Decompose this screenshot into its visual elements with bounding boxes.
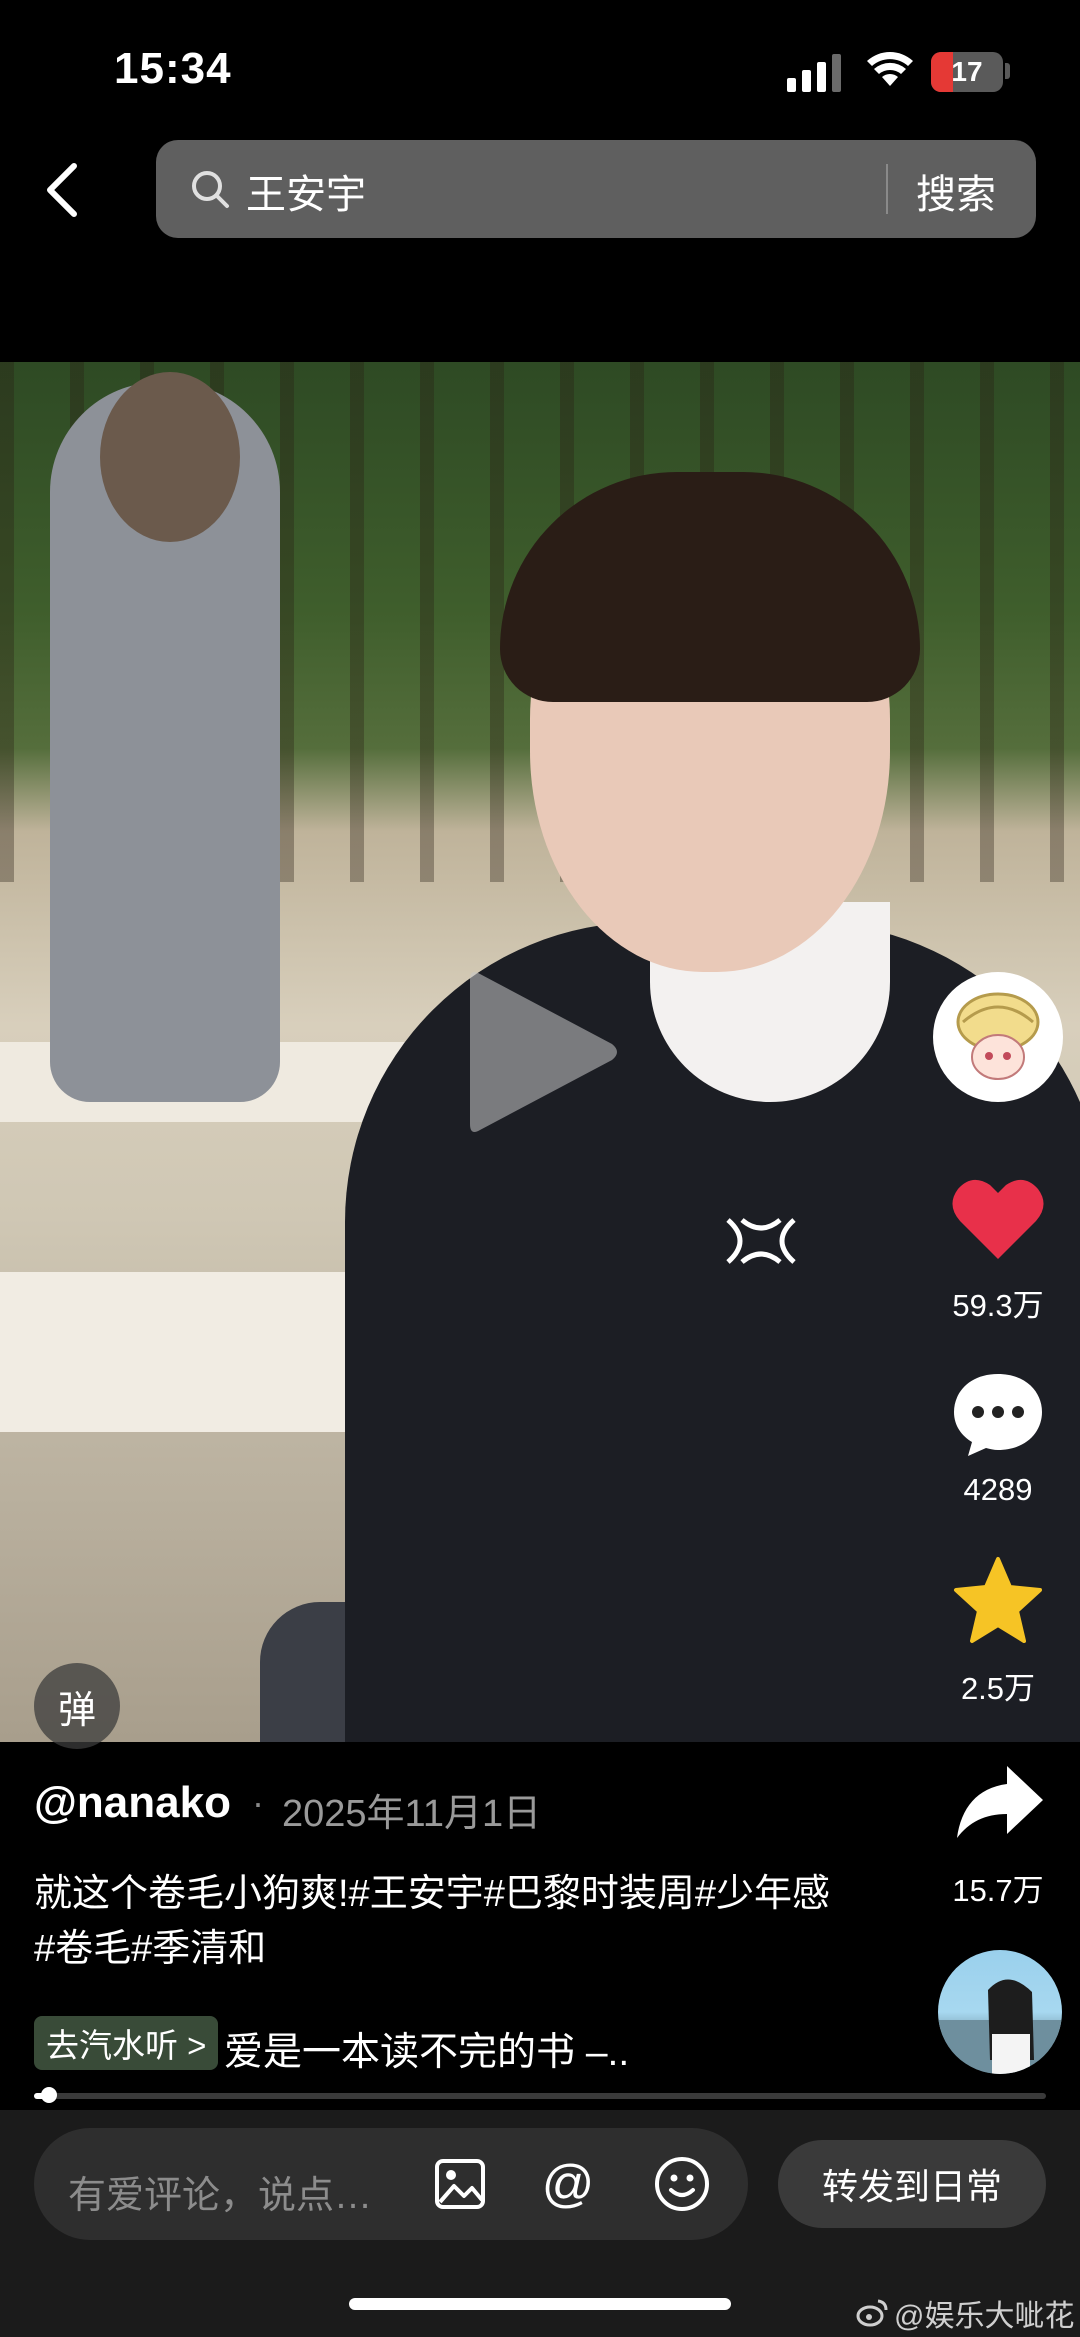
like-count: 59.3万: [952, 1288, 1044, 1323]
forward-to-feed-button[interactable]: 转发到日常: [778, 2140, 1046, 2228]
search-icon: [192, 171, 229, 208]
battery-percent: 17: [951, 56, 983, 87]
battery-indicator: 17: [931, 52, 1003, 92]
watermark: @娱乐大呲花: [856, 2291, 1074, 2335]
image-icon[interactable]: [434, 2158, 486, 2210]
post-separator: ·: [252, 1782, 264, 1823]
video-progress-knob[interactable]: [41, 2087, 57, 2103]
post-caption[interactable]: 就这个卷毛小狗爽!#王安宇#巴黎时装周#少年感 #卷毛#季清和: [34, 1867, 834, 1977]
comment-bubble-icon[interactable]: [950, 1370, 1046, 1460]
favorite-star-icon[interactable]: [952, 1555, 1044, 1647]
favorite-count: 2.5万: [960, 1671, 1036, 1706]
comment-count: 4289: [963, 1472, 1033, 1507]
weibo-logo-icon: [856, 2299, 888, 2327]
share-count: 15.7万: [952, 1873, 1044, 1908]
danmu-toggle-button[interactable]: 弹: [34, 1663, 120, 1749]
author-avatar[interactable]: [933, 972, 1063, 1102]
video-background-person-head: [100, 372, 240, 542]
play-icon[interactable]: [462, 962, 622, 1142]
video-progress-track[interactable]: [34, 2093, 1046, 2099]
watermark-text: @娱乐大呲花: [894, 2300, 1075, 2333]
search-bar[interactable]: 王安宇 搜索: [156, 140, 1036, 238]
mention-at-icon[interactable]: @: [538, 2154, 598, 2214]
status-time: 15:34: [114, 44, 232, 93]
like-heart-icon[interactable]: [950, 1175, 1046, 1265]
search-input[interactable]: 王安宇: [246, 162, 366, 220]
music-avatar-image: [938, 1979, 1062, 2074]
post-date: 2025年11月1日: [282, 1793, 542, 1835]
back-arrow-icon[interactable]: [40, 160, 84, 220]
search-button[interactable]: 搜索: [916, 162, 996, 220]
emoji-icon[interactable]: [654, 2156, 710, 2212]
cellular-signal-icon: [787, 54, 841, 92]
music-title[interactable]: 爱是一本读不完的书 –..: [224, 2021, 629, 2077]
music-app-tag[interactable]: 去汽水听 >: [34, 2016, 219, 2070]
home-indicator[interactable]: [349, 2298, 731, 2310]
comment-placeholder: 有爱评论，说点…: [68, 2175, 373, 2217]
search-divider: [886, 164, 888, 214]
share-arrow-icon[interactable]: [955, 1762, 1045, 1842]
wifi-icon: [867, 52, 913, 86]
post-username[interactable]: @nanako: [34, 1778, 231, 1828]
battery-nub: [1005, 63, 1010, 79]
music-avatar[interactable]: [938, 1950, 1062, 2074]
comment-input[interactable]: 有爱评论，说点… @: [34, 2128, 748, 2240]
sweater-logo-icon: [726, 1218, 796, 1264]
